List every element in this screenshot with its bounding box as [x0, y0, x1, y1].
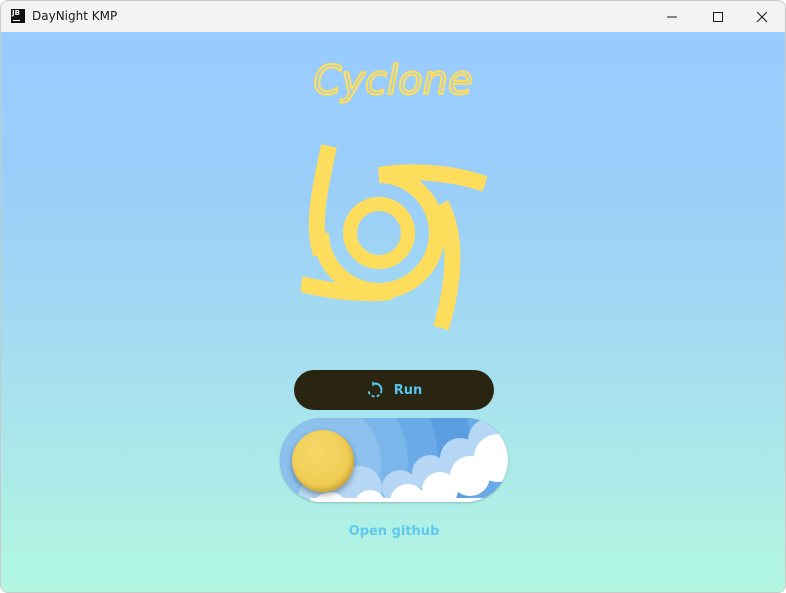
- maximize-button[interactable]: [695, 1, 741, 32]
- close-button[interactable]: [739, 1, 785, 32]
- day-night-toggle[interactable]: [280, 418, 508, 502]
- close-icon: [756, 11, 768, 22]
- page-title-text: Cyclone: [313, 58, 472, 104]
- maximize-icon: [713, 11, 723, 22]
- app-window: JB DayNight KMP Cyclone Run Open github: [0, 0, 786, 593]
- open-github-link[interactable]: Open github: [294, 524, 494, 544]
- main-content: Cyclone Run Open github: [1, 32, 785, 592]
- page-title: Cyclone: [312, 57, 473, 105]
- minimize-icon: [667, 16, 677, 17]
- refresh-icon: [366, 381, 384, 399]
- cyclone-icon: [301, 144, 487, 330]
- run-button[interactable]: Run: [294, 370, 494, 410]
- app-icon-label: JB: [12, 9, 20, 17]
- app-icon: JB: [11, 9, 25, 23]
- minimize-button[interactable]: [649, 1, 695, 32]
- run-button-label: Run: [393, 382, 423, 398]
- title-bar[interactable]: JB DayNight KMP: [1, 1, 785, 32]
- sun-icon: [292, 430, 354, 492]
- window-title: DayNight KMP: [32, 9, 118, 23]
